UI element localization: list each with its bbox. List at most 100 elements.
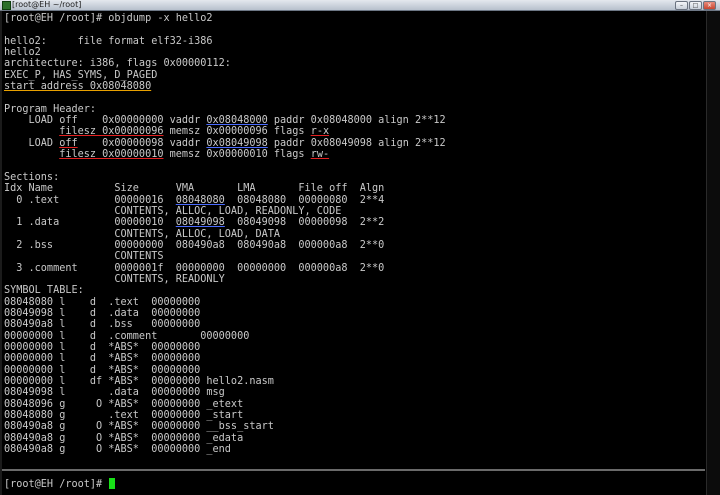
terminal-line: architecture: i386, flags 0x00000112: xyxy=(4,58,704,69)
terminal-text: 1 .data 00000010 xyxy=(4,217,176,229)
terminal-line: Idx Name Size VMA LMA File off Algn xyxy=(4,183,704,194)
terminal-line: CONTENTS, READONLY xyxy=(4,274,704,285)
terminal-line: 1 .data 00000010 08049098 08049098 00000… xyxy=(4,217,704,228)
terminal-text: 080490a8 g O *ABS* 00000000 _edata xyxy=(4,432,244,444)
terminal-text: 00000000 l df *ABS* 00000000 hello2.nasm xyxy=(4,376,274,387)
terminal-output: [root@EH /root]# objdump -x hello2 hello2… xyxy=(4,13,704,455)
terminal-line: 08048096 g O *ABS* 00000000 _etext xyxy=(4,399,704,410)
window-titlebar: [root@EH ~/root] – □ × xyxy=(0,0,720,11)
terminal-text: CONTENTS xyxy=(4,251,164,263)
terminal-text: CONTENTS, READONLY xyxy=(4,273,225,285)
terminal-text: 08048080 00000080 2**4 xyxy=(224,194,385,206)
terminal-text: 0x00000098 vaddr xyxy=(77,137,207,149)
terminal-text: 08049098 00000098 2**2 xyxy=(224,217,385,229)
terminal-text: 080490a8 l d .bss 00000000 xyxy=(4,319,201,331)
terminal-text: 0 .text 00000016 xyxy=(4,194,176,206)
terminal-text: memsz 0x00000096 flags xyxy=(163,126,311,138)
terminal-line: SYMBOL TABLE: xyxy=(4,285,704,296)
close-button[interactable]: × xyxy=(703,1,716,10)
terminal-line: 00000000 l df *ABS* 00000000 hello2.nasm xyxy=(4,376,704,387)
terminal-text: memsz 0x00000010 flags xyxy=(163,149,311,161)
terminal-text: hello2: file format elf32-i386 xyxy=(4,35,213,47)
terminal-text: 08048096 g O *ABS* 00000000 _etext xyxy=(4,398,244,410)
terminal-text: 00000000 l d *ABS* 00000000 xyxy=(4,353,201,365)
terminal-line: 0 .text 00000016 08048080 08048080 00000… xyxy=(4,195,704,206)
terminal-text: CONTENTS, ALLOC, LOAD, READONLY, CODE xyxy=(4,205,342,217)
terminal-line: Sections: xyxy=(4,172,704,183)
underlined-text: rw- xyxy=(310,149,330,161)
terminal-text: Idx Name Size VMA LMA File off Algn xyxy=(4,183,385,195)
terminal-text: 08048080 g .text 00000000 _start xyxy=(4,410,244,422)
terminal-line: 00000000 l d *ABS* 00000000 xyxy=(4,365,704,376)
terminal-app-icon xyxy=(2,1,11,10)
window-title: [root@EH ~/root] xyxy=(12,0,82,9)
terminal-text: [root@EH /root]# objdump -x hello2 xyxy=(4,13,213,24)
terminal-line: 3 .comment 0000001f 00000000 00000000 00… xyxy=(4,263,704,274)
terminal-text: Sections: xyxy=(4,171,60,183)
terminal-scrollbar[interactable] xyxy=(706,11,720,495)
terminal-text: 2 .bss 00000000 080490a8 080490a8 000000… xyxy=(4,239,385,251)
underlined-text: filesz 0x00000010 xyxy=(59,149,164,161)
terminal-text: 08049098 l .data 00000000 msg xyxy=(4,387,225,399)
terminal-line: 08048080 l d .text 00000000 xyxy=(4,297,704,308)
terminal-line: 00000000 l d .comment 00000000 xyxy=(4,331,704,342)
underlined-text: off xyxy=(59,137,78,149)
terminal-line: 08049098 l .data 00000000 msg xyxy=(4,387,704,398)
terminal-text: hello2 xyxy=(4,47,41,59)
terminal-divider xyxy=(2,469,705,471)
terminal-line: Program Header: xyxy=(4,104,704,115)
underlined-text: 0x08048000 xyxy=(206,115,268,127)
terminal-text: paddr 0x08048000 align 2**12 xyxy=(267,115,446,127)
terminal-text: 3 .comment 0000001f 00000000 00000000 00… xyxy=(4,262,385,274)
terminal-line: 080490a8 l d .bss 00000000 xyxy=(4,319,704,330)
terminal-line: [root@EH /root]# objdump -x hello2 xyxy=(4,13,704,24)
terminal-line: CONTENTS xyxy=(4,251,704,262)
terminal-line: LOAD off 0x00000098 vaddr 0x08049098 pad… xyxy=(4,138,704,149)
underlined-text: start address 0x08048080 xyxy=(4,81,152,93)
terminal-line: 08049098 l d .data 00000000 xyxy=(4,308,704,319)
terminal-line: 2 .bss 00000000 080490a8 080490a8 000000… xyxy=(4,240,704,251)
terminal-text: LOAD off 0x00000000 vaddr xyxy=(4,115,207,127)
terminal-line: 00000000 l d *ABS* 00000000 xyxy=(4,342,704,353)
terminal-text: 00000000 l d .comment 00000000 xyxy=(4,330,250,342)
terminal-line: LOAD off 0x00000000 vaddr 0x08048000 pad… xyxy=(4,115,704,126)
terminal-text: 080490a8 g O *ABS* 00000000 _end xyxy=(4,444,231,456)
terminal-line: 00000000 l d *ABS* 00000000 xyxy=(4,353,704,364)
terminal-line: start address 0x08048080 xyxy=(4,81,704,92)
underlined-text: 08049098 xyxy=(175,217,225,229)
terminal-line: hello2: file format elf32-i386 xyxy=(4,36,704,47)
underlined-text: filesz 0x00000096 xyxy=(59,126,164,138)
text-cursor xyxy=(109,478,116,489)
underlined-text: r-x xyxy=(310,126,330,138)
terminal-line: 080490a8 g O *ABS* 00000000 _edata xyxy=(4,433,704,444)
terminal-text: paddr 0x08049098 align 2**12 xyxy=(267,137,446,149)
underlined-text: 08048080 xyxy=(175,194,225,206)
terminal-text: 080490a8 g O *ABS* 00000000 __bss_start xyxy=(4,421,274,433)
terminal-line: filesz 0x00000010 memsz 0x00000010 flags… xyxy=(4,149,704,160)
command-prompt[interactable]: [root@EH /root]# xyxy=(4,478,116,490)
prompt-text: [root@EH /root]# xyxy=(4,479,109,490)
terminal-text: SYMBOL TABLE: xyxy=(4,285,84,297)
terminal-text: LOAD xyxy=(4,137,60,149)
terminal-text: 00000000 l d *ABS* 00000000 xyxy=(4,341,201,353)
maximize-button[interactable]: □ xyxy=(689,1,702,10)
terminal-text: 00000000 l d *ABS* 00000000 xyxy=(4,364,201,376)
terminal-text: Program Header: xyxy=(4,103,97,115)
terminal-line: 08048080 g .text 00000000 _start xyxy=(4,410,704,421)
terminal-line: 080490a8 g O *ABS* 00000000 __bss_start xyxy=(4,421,704,432)
terminal-line: 080490a8 g O *ABS* 00000000 _end xyxy=(4,444,704,455)
terminal-text: 08048080 l d .text 00000000 xyxy=(4,296,201,308)
terminal-line: CONTENTS, ALLOC, LOAD, READONLY, CODE xyxy=(4,206,704,217)
terminal-text: 08049098 l d .data 00000000 xyxy=(4,307,201,319)
terminal-text: architecture: i386, flags 0x00000112: xyxy=(4,58,231,70)
terminal-text: EXEC_P, HAS_SYMS, D_PAGED xyxy=(4,69,158,81)
terminal-line: EXEC_P, HAS_SYMS, D_PAGED xyxy=(4,70,704,81)
terminal-text: CONTENTS, ALLOC, LOAD, DATA xyxy=(4,228,281,240)
underlined-text: 0x08049098 xyxy=(206,137,268,149)
minimize-button[interactable]: – xyxy=(675,1,688,10)
